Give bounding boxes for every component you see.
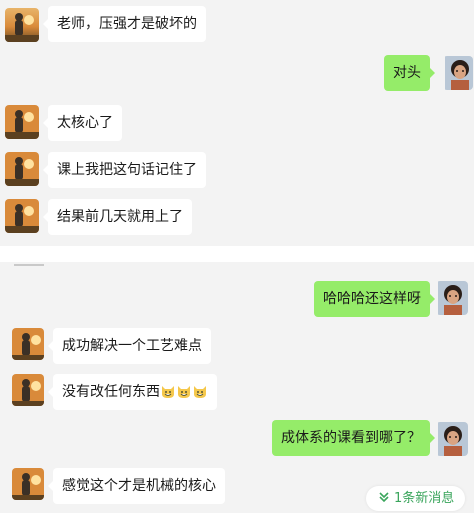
message-bubble-outgoing[interactable]: 哈哈哈还这样呀 [314,281,435,317]
self-avatar[interactable] [443,56,473,90]
self-avatar[interactable] [436,422,468,456]
sender-avatar[interactable] [5,8,39,42]
sender-avatar[interactable] [5,199,39,233]
stitch-divider [0,246,474,262]
sender-avatar[interactable] [5,152,39,186]
message-text: 没有改任何东西 [62,384,160,400]
divider-line [14,264,44,266]
message-bubble-incoming[interactable]: 结果前几天就用上了 [43,199,192,235]
new-messages-button[interactable]: 1条新消息 [366,486,465,511]
message-bubble-incoming[interactable]: 太核心了 [43,105,122,141]
message-bubble-outgoing[interactable]: 成体系的课看到哪了？ [272,420,435,456]
sender-avatar[interactable] [12,374,44,406]
message-bubble-incoming[interactable]: 课上我把这句话记住了 [43,152,206,188]
message-bubble-incoming[interactable]: 老师，压强才是破坏的 [43,6,206,42]
sender-avatar[interactable] [5,105,39,139]
grinning-cat-emoji [192,384,208,400]
sender-avatar[interactable] [12,468,44,500]
self-avatar[interactable] [436,281,468,315]
message-bubble-incoming[interactable]: 没有改任何东西 [48,374,217,410]
grinning-cat-emoji [160,384,176,400]
message-bubble-incoming[interactable]: 感觉这个才是机械的核心 [48,468,225,504]
sender-avatar[interactable] [12,328,44,360]
new-messages-label: 1条新消息 [394,491,455,506]
grinning-cat-emoji [176,384,192,400]
message-bubble-outgoing[interactable]: 对头 [384,55,435,91]
message-bubble-incoming[interactable]: 成功解决一个工艺难点 [48,328,211,364]
double-chevron-down-icon [379,492,389,503]
